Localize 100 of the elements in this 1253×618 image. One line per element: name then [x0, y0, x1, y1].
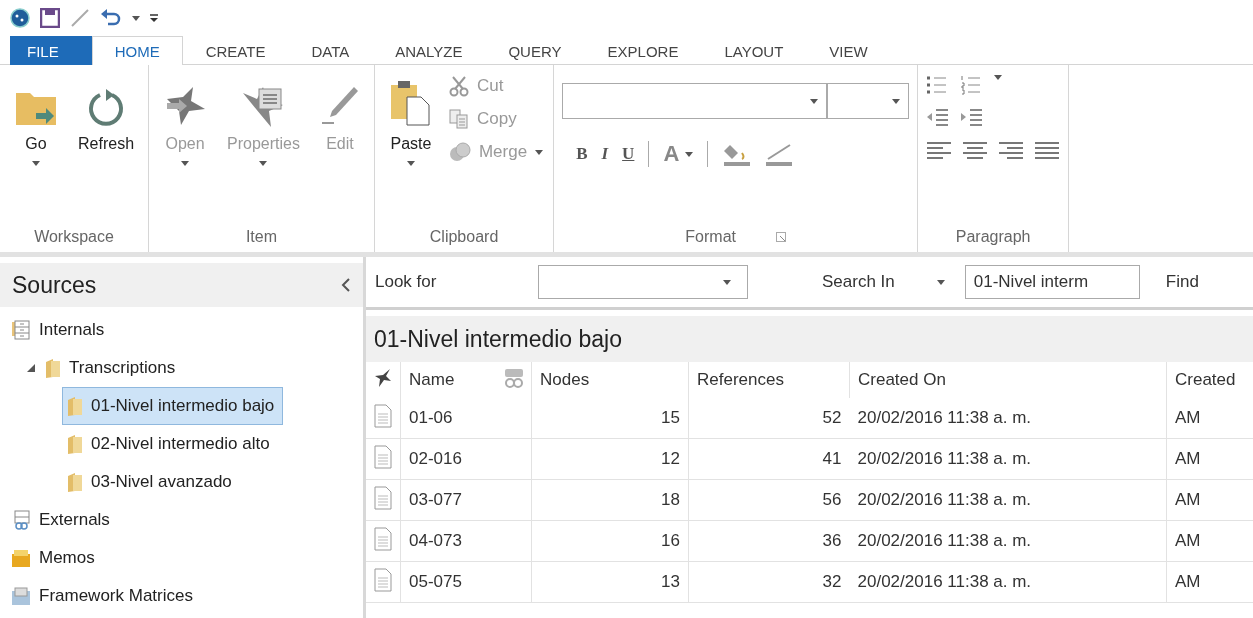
table-cell: 01-06 [400, 398, 497, 439]
table-cell: AM [1166, 479, 1253, 521]
folder-icon [67, 434, 83, 454]
group-label: Workspace [34, 228, 114, 246]
merge-icon [448, 141, 471, 163]
customize-icon[interactable] [150, 13, 158, 23]
table-cell: AM [1166, 561, 1253, 603]
pencil-icon[interactable] [70, 8, 90, 28]
refresh-icon [86, 87, 126, 127]
ribbon-tab[interactable]: LAYOUT [701, 36, 807, 65]
column-header[interactable]: Created On [849, 362, 1167, 398]
caret-icon [810, 98, 819, 104]
table-cell: 18 [531, 479, 689, 521]
tree-item[interactable]: Internals [6, 311, 114, 349]
ribbon-button[interactable]: Paste [382, 71, 439, 222]
expand-triangle-icon[interactable] [27, 364, 35, 372]
column-header[interactable]: References [688, 362, 850, 398]
table-cell: AM [1166, 398, 1253, 439]
cabinet-icon [11, 320, 31, 340]
font-combo[interactable] [562, 83, 828, 119]
table-cell: 20/02/2016 11:38 a. m. [849, 520, 1167, 562]
search-in-field[interactable]: 01-Nivel interm [964, 265, 1140, 299]
column-header[interactable]: Created [1166, 362, 1253, 398]
matrix-icon [11, 586, 31, 606]
group-label: Item [245, 228, 278, 246]
table-cell: 20/02/2016 11:38 a. m. [849, 438, 1167, 480]
folder-icon [45, 358, 61, 378]
look-for-label: Look for [374, 272, 438, 292]
ribbon-button[interactable]: Refresh [72, 71, 141, 222]
group-label: Paragraph [955, 228, 1031, 246]
table-cell: 05-075 [400, 561, 497, 603]
style-button[interactable]: U [622, 144, 635, 164]
caret-icon [32, 161, 40, 166]
caret-icon [259, 161, 268, 166]
caret-icon [685, 151, 694, 157]
align-left-icon[interactable] [926, 141, 953, 161]
tree-item[interactable]: 02-Nivel intermedio alto [62, 425, 279, 463]
table-cell: AM [1166, 438, 1253, 480]
tree-item[interactable]: 01-Nivel intermedio bajo [62, 387, 284, 425]
ribbon-tab[interactable]: ANALYZE [372, 36, 486, 65]
table-cell: 20/02/2016 11:38 a. m. [849, 561, 1167, 603]
save-icon[interactable] [40, 8, 60, 28]
nodes-icon [503, 366, 525, 389]
caret-icon [723, 279, 731, 285]
caret-icon [994, 75, 1003, 80]
folder-icon [67, 472, 83, 492]
folder-title: 01-Nivel intermedio bajo [366, 316, 1253, 362]
table-cell: 03-077 [400, 479, 497, 521]
dialog-launcher-icon[interactable] [775, 232, 786, 242]
indent-icon[interactable] [960, 107, 985, 129]
ribbon-tab[interactable]: VIEW [806, 36, 891, 65]
column-header[interactable]: Nodes [531, 362, 689, 398]
star-icon [374, 367, 392, 388]
table-cell: 56 [688, 479, 850, 521]
search-in-dropdown[interactable]: Search In [816, 271, 951, 293]
table-cell: 16 [531, 520, 689, 562]
tree-item[interactable]: Framework Matrices [6, 577, 202, 615]
document-icon [374, 567, 392, 592]
dropdown-caret-icon [132, 15, 140, 21]
collapse-icon[interactable] [341, 278, 351, 292]
caret-icon [892, 98, 901, 104]
tree-item[interactable]: Memos [6, 539, 104, 577]
table-cell: 20/02/2016 11:38 a. m. [849, 479, 1167, 521]
memo-icon [11, 548, 31, 568]
justify-icon[interactable] [1034, 141, 1061, 161]
font-color-button[interactable]: A [663, 141, 694, 167]
undo-icon[interactable] [100, 8, 122, 28]
ribbon-tab[interactable]: FILE [10, 36, 92, 65]
ribbon-tab[interactable]: HOME [91, 36, 183, 65]
table-cell: 41 [688, 438, 850, 480]
caret-icon [535, 149, 544, 155]
column-header[interactable]: Name [400, 362, 497, 398]
ribbon-tab[interactable]: CREATE [182, 36, 289, 65]
linked-cabinet-icon [11, 510, 31, 530]
style-button[interactable]: B [576, 144, 588, 164]
copy-icon [448, 109, 469, 129]
ribbon-button[interactable]: Go [8, 71, 64, 222]
table-cell: 15 [531, 398, 689, 439]
app-logo-icon[interactable] [10, 8, 30, 28]
align-right-icon[interactable] [998, 141, 1025, 161]
size-combo[interactable] [827, 83, 910, 119]
table-cell: 20/02/2016 11:38 a. m. [849, 398, 1167, 439]
table-cell: 13 [531, 561, 689, 603]
ribbon-tab[interactable]: EXPLORE [584, 36, 702, 65]
document-icon [374, 485, 392, 510]
outdent-icon[interactable] [926, 107, 951, 129]
line-color-icon[interactable] [764, 141, 795, 167]
table-cell: AM [1166, 520, 1253, 562]
panel-title: Sources [12, 271, 97, 299]
look-for-combo[interactable] [538, 265, 748, 299]
tree-item[interactable]: Externals [6, 501, 119, 539]
align-center-icon[interactable] [962, 141, 989, 161]
tree-item[interactable]: Transcriptions [40, 349, 185, 387]
tree-item[interactable]: 03-Nivel avanzado [62, 463, 241, 501]
ribbon-tab[interactable]: DATA [288, 36, 373, 65]
ribbon-tab[interactable]: QUERY [485, 36, 585, 65]
find-button[interactable]: Find [1165, 272, 1199, 292]
style-button[interactable]: I [601, 144, 609, 164]
folder-icon [67, 396, 83, 416]
document-icon [374, 444, 392, 469]
